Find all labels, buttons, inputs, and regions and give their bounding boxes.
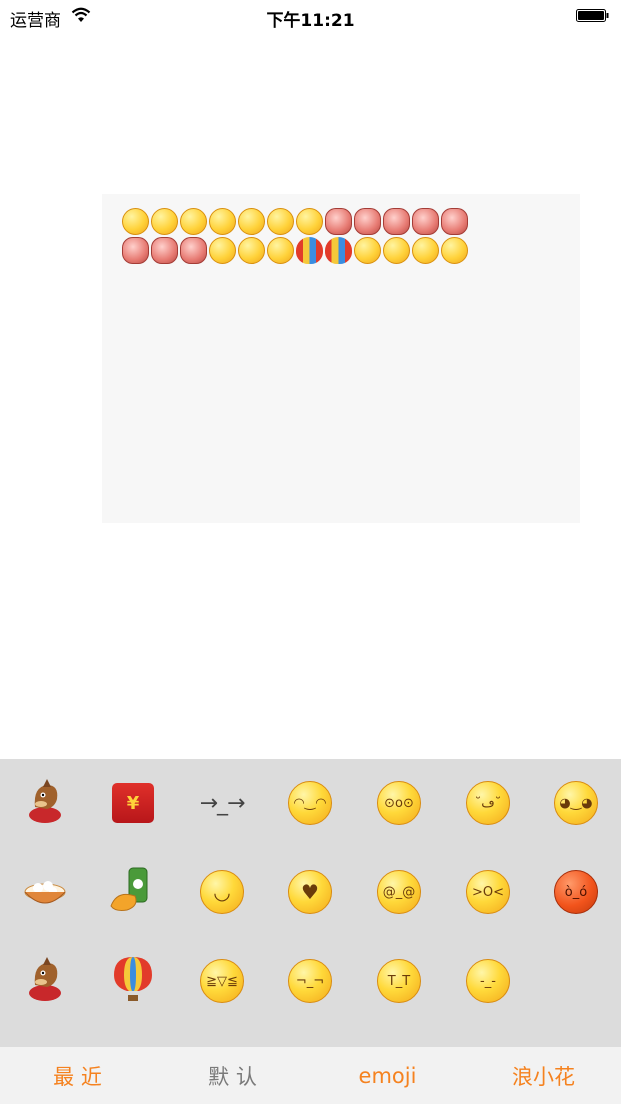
- status-bar: 运营商 下午11:21: [0, 0, 621, 32]
- balloon-emoticon: [296, 237, 323, 264]
- red-envelope-icon: ¥: [112, 783, 154, 823]
- pensive-emoticon: [238, 208, 265, 235]
- sticker-emoticon: [412, 208, 439, 235]
- blush-icon: ◕‿◕: [554, 781, 598, 825]
- kaomoji-label: →_→: [199, 790, 246, 816]
- angry-icon: ò_ó: [554, 870, 598, 914]
- grin-emoticon: [151, 208, 178, 235]
- sticker-emoticon: [325, 208, 352, 235]
- emoticon-key[interactable]: @_@: [364, 857, 434, 927]
- emoticon-key[interactable]: T_T: [364, 946, 434, 1016]
- grin-icon: ≧▽≦: [200, 959, 244, 1003]
- smile-emoticon: [122, 208, 149, 235]
- balloon-emoticon: [325, 237, 352, 264]
- pensive-emoticon: [383, 237, 410, 264]
- rocking-horse-icon: [21, 955, 69, 1008]
- pensive-emoticon: [412, 237, 439, 264]
- tongue-icon: ˘ڡ˘: [466, 781, 510, 825]
- shush-emoticon: [209, 208, 236, 235]
- heart-love-icon: ♥: [288, 870, 332, 914]
- sticker-emoticon: [122, 237, 149, 264]
- emoticon-category-tab-bar: 最 近 默 认 emoji 浪小花: [0, 1047, 621, 1104]
- beer-chicken-icon: [109, 866, 157, 919]
- yawn-icon: >O<: [466, 870, 510, 914]
- sticker-emoticon: [441, 208, 468, 235]
- shush-emoticon: [180, 208, 207, 235]
- surprised-sweat-icon: ⊙o⊙: [377, 781, 421, 825]
- pensive-emoticon: [296, 208, 323, 235]
- emoticon-key[interactable]: ¬_¬: [275, 946, 345, 1016]
- emoticon-keyboard: ¥ →_→ ◠‿◠ ⊙o⊙ ˘ڡ˘ ◕‿◕ ◡ ♥ @_@ >O< ò_ó ≧▽≦ ¬_¬ T_T -_-: [0, 759, 621, 1047]
- dizzy-icon: @_@: [377, 870, 421, 914]
- battery-icon: [576, 9, 609, 22]
- pensive-emoticon: [267, 208, 294, 235]
- emoticon-key[interactable]: >O<: [453, 857, 523, 927]
- sticker-emoticon: [354, 208, 381, 235]
- emoticon-key[interactable]: ˘ڡ˘: [453, 768, 523, 838]
- emoticon-key[interactable]: [10, 768, 80, 838]
- message-text-area[interactable]: [102, 194, 580, 523]
- dumplings-bowl-icon: [21, 866, 69, 919]
- emoticon-key[interactable]: ≧▽≦: [187, 946, 257, 1016]
- crying-icon: T_T: [377, 959, 421, 1003]
- emoticon-key[interactable]: ò_ó: [541, 857, 611, 927]
- emoticon-key[interactable]: [98, 946, 168, 1016]
- emoticon-key[interactable]: ◕‿◕: [541, 768, 611, 838]
- clock: 下午11:21: [266, 11, 355, 31]
- emoticon-key[interactable]: ◠‿◠: [275, 768, 345, 838]
- horse-icon: [21, 777, 69, 830]
- tab-emoji[interactable]: emoji: [310, 1047, 465, 1104]
- emoticon-key[interactable]: ♥: [275, 857, 345, 927]
- grin-emoticon: [267, 237, 294, 264]
- balloon-icon: [110, 955, 156, 1008]
- smile-icon: ◡: [200, 870, 244, 914]
- emoticon-key[interactable]: -_-: [453, 946, 523, 1016]
- tab-recent[interactable]: 最 近: [0, 1047, 155, 1104]
- emoticon-key[interactable]: ◡: [187, 857, 257, 927]
- laugh-icon: ◠‿◠: [288, 781, 332, 825]
- tab-lang-xiaohua[interactable]: 浪小花: [466, 1047, 621, 1104]
- pensive-emoticon: [441, 237, 468, 264]
- tab-default[interactable]: 默 认: [155, 1047, 310, 1104]
- emoticon-key[interactable]: →_→: [187, 768, 257, 838]
- sticker-emoticon: [151, 237, 178, 264]
- sticker-emoticon: [180, 237, 207, 264]
- emoticon-key[interactable]: ⊙o⊙: [364, 768, 434, 838]
- grin-emoticon: [238, 237, 265, 264]
- grin-emoticon: [209, 237, 236, 264]
- emoticon-key[interactable]: [10, 857, 80, 927]
- emoticon-key[interactable]: [98, 857, 168, 927]
- sticker-emoticon: [383, 208, 410, 235]
- emoticon-key[interactable]: [10, 946, 80, 1016]
- annoyed-icon: -_-: [466, 959, 510, 1003]
- emoticon-key[interactable]: ¥: [98, 768, 168, 838]
- pensive-emoticon: [354, 237, 381, 264]
- shush-icon: ¬_¬: [288, 959, 332, 1003]
